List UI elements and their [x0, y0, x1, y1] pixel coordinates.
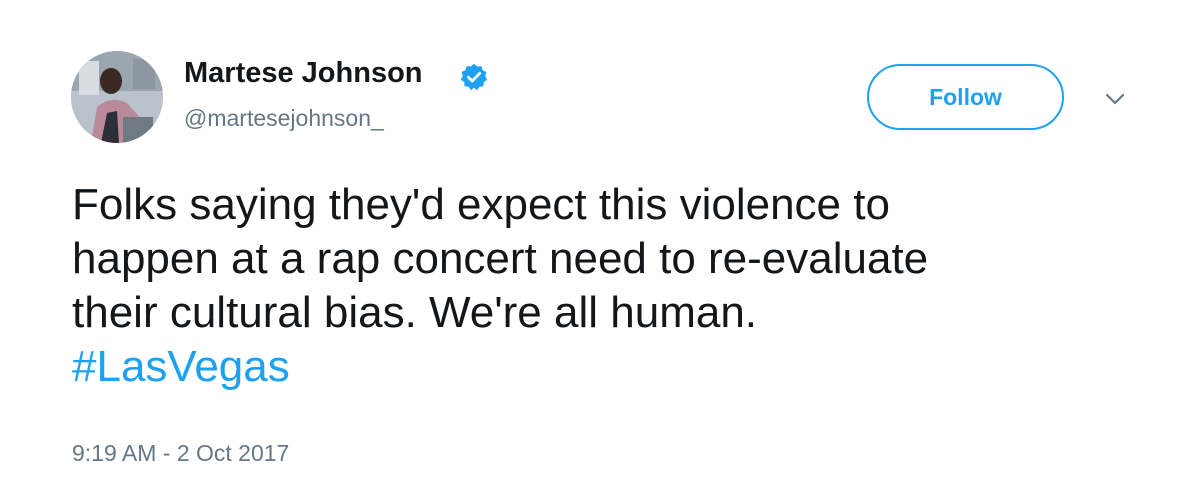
- tweet-text-line: Folks saying they'd expect this violence…: [72, 180, 890, 229]
- avatar-photo-icon: [71, 51, 163, 143]
- follow-button[interactable]: Follow: [867, 64, 1064, 130]
- chevron-down-icon[interactable]: [1103, 91, 1127, 107]
- user-handle[interactable]: @martesejohnson_: [184, 105, 384, 132]
- tweet-text: Folks saying they'd expect this violence…: [72, 178, 1152, 394]
- tweet-timestamp[interactable]: 9:19 AM - 2 Oct 2017: [72, 440, 289, 467]
- display-name[interactable]: Martese Johnson: [184, 57, 423, 90]
- hashtag-link[interactable]: #LasVegas: [72, 342, 290, 391]
- verified-badge-icon: [460, 63, 488, 91]
- avatar[interactable]: [71, 51, 163, 143]
- tweet-text-line: their cultural bias. We're all human.: [72, 288, 758, 337]
- tweet-card: Martese Johnson @martesejohnson_ Follow …: [0, 0, 1200, 491]
- tweet-text-line: happen at a rap concert need to re-evalu…: [72, 234, 929, 283]
